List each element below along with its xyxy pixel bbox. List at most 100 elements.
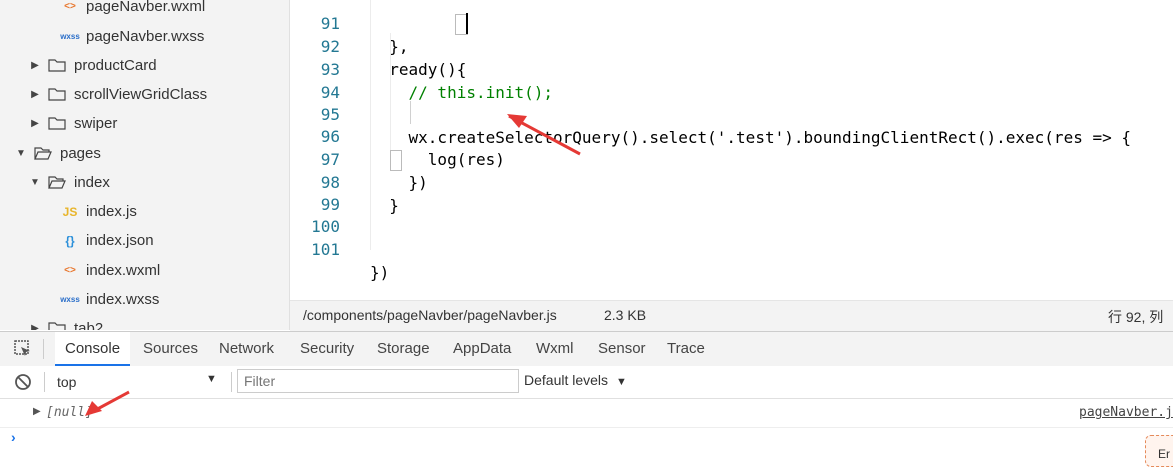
inspect-element-icon[interactable] — [13, 339, 33, 359]
tree-item-label: pageNavber.wxss — [86, 28, 205, 45]
tree-folder-scrollviewgridclass[interactable]: ▶ scrollViewGridClass — [28, 80, 207, 109]
error-badge[interactable]: Er — [1145, 435, 1173, 467]
code-line: 99 — [290, 170, 348, 214]
folder-icon — [48, 59, 66, 72]
code-text: }) — [370, 173, 428, 192]
devtools-tab-bar: Console Sources Network Security Storage… — [0, 331, 1173, 367]
wxss-file-icon: wxss — [60, 32, 80, 41]
cursor-position[interactable]: 行 92, 列 — [1108, 307, 1163, 327]
tab-appdata[interactable]: AppData — [453, 332, 511, 366]
tree-item-label: scrollViewGridClass — [74, 86, 208, 103]
tree-item-label: index.wxss — [86, 291, 160, 308]
code-text: }) — [370, 263, 390, 282]
code-line: 92 ready(){ — [290, 12, 468, 79]
code-line: 101 }) — [290, 215, 389, 282]
chevron-right-icon[interactable]: ▶ — [28, 118, 42, 129]
expand-triangle-icon[interactable]: ▶ — [33, 406, 41, 417]
console-filter-input[interactable] — [237, 369, 519, 393]
tree-item-label: index.wxml — [86, 262, 161, 279]
chevron-right-icon[interactable]: ▶ — [28, 323, 42, 330]
tree-file-index-js[interactable]: JS index.js — [58, 197, 137, 226]
code-line: 97 }) — [290, 125, 428, 192]
divider — [43, 339, 44, 359]
chevron-right-icon[interactable]: ▶ — [28, 60, 42, 71]
tree-file-pagenavber-wxss[interactable]: wxss pageNavber.wxss — [58, 22, 204, 51]
console-message[interactable]: ▶ [null] pageNavber.j — [0, 399, 1173, 428]
dropdown-arrow-icon: ▼ — [615, 376, 627, 388]
code-line: 96 log(res) — [290, 102, 505, 169]
code-line: 94 — [290, 58, 348, 102]
tab-wxml[interactable]: Wxml — [536, 332, 574, 366]
folder-icon — [48, 117, 66, 130]
line-number: 101 — [311, 240, 340, 259]
tab-sources[interactable]: Sources — [143, 332, 198, 366]
folder-icon — [48, 322, 66, 330]
tree-folder-pages[interactable]: ▼ pages — [14, 139, 101, 168]
code-line: 100 — [290, 192, 348, 236]
log-levels-label: Default levels — [524, 372, 609, 388]
log-levels-select[interactable]: Default levels ▼ — [524, 372, 627, 388]
file-path: /components/pageNavber/pageNavber.js — [303, 307, 557, 323]
editor-status-bar: /components/pageNavber/pageNavber.js 2.3… — [290, 300, 1173, 331]
tree-file-pagenavber-wxml[interactable]: <> pageNavber.wxml — [58, 0, 205, 21]
file-tree: <> pageNavber.wxml wxss pageNavber.wxss … — [0, 0, 290, 330]
tree-folder-tab2[interactable]: ▶ tab2 — [28, 314, 103, 330]
wxml-file-icon: <> — [64, 1, 76, 12]
console-source-link[interactable]: pageNavber.j — [1079, 405, 1173, 420]
open-folder-icon — [34, 147, 52, 160]
tab-sensor[interactable]: Sensor — [598, 332, 646, 366]
js-file-icon: JS — [62, 204, 78, 219]
folder-icon — [48, 88, 66, 101]
code-text: } — [370, 196, 399, 215]
code-comment: // this.init(); — [370, 83, 554, 102]
console-output-value: [null] — [46, 405, 93, 420]
context-selector[interactable]: top ▼ — [50, 369, 225, 395]
ide-top-area: <> pageNavber.wxml wxss pageNavber.wxss … — [0, 0, 1173, 331]
error-badge-label: Er — [1158, 447, 1170, 461]
tree-item-label: productCard — [74, 57, 157, 74]
bracket-match-highlight — [390, 150, 402, 171]
chevron-down-icon[interactable]: ▼ — [28, 177, 42, 188]
tab-console[interactable]: Console — [55, 332, 131, 366]
console-prompt[interactable]: › Er — [0, 428, 1173, 467]
code-line: 95 wx.createSelectorQuery().select('.tes… — [290, 80, 1131, 147]
tree-folder-productcard[interactable]: ▶ productCard — [28, 51, 157, 80]
json-file-icon: {} — [65, 233, 75, 248]
tree-item-label: index — [74, 174, 110, 191]
code-line: 98 } — [290, 148, 402, 215]
wxml-file-icon: <> — [64, 265, 76, 276]
tree-item-label: tab2 — [74, 320, 104, 330]
tab-security[interactable]: Security — [300, 332, 354, 366]
dropdown-arrow-icon: ▼ — [206, 373, 217, 385]
console-filter-bar: top ▼ Default levels ▼ — [0, 366, 1173, 399]
tree-item-label: index.js — [86, 203, 137, 220]
clear-console-icon[interactable] — [14, 373, 32, 391]
tree-folder-swiper[interactable]: ▶ swiper — [28, 109, 117, 138]
tab-trace[interactable]: Trace — [667, 332, 705, 366]
code-text: wx.createSelectorQuery().select('.test')… — [370, 128, 1131, 147]
prompt-chevron-icon: › — [11, 429, 16, 445]
tree-item-label: index.json — [86, 232, 154, 249]
context-value: top — [57, 374, 77, 390]
tree-file-index-wxml[interactable]: <> index.wxml — [58, 256, 160, 285]
tree-item-label: swiper — [74, 115, 118, 132]
text-cursor — [466, 13, 468, 34]
open-folder-icon — [48, 176, 66, 189]
code-editor[interactable]: 91 }, 92 ready(){ 93 // this.init(); 94 … — [290, 0, 1173, 300]
code-line: 93 // this.init(); — [290, 35, 553, 102]
chevron-down-icon[interactable]: ▼ — [14, 148, 28, 159]
wxss-file-icon: wxss — [60, 295, 80, 304]
tree-file-index-wxss[interactable]: wxss index.wxss — [58, 285, 159, 314]
tab-storage[interactable]: Storage — [377, 332, 430, 366]
tab-network[interactable]: Network — [219, 332, 274, 366]
tree-item-label: pageNavber.wxml — [86, 0, 206, 15]
chevron-right-icon[interactable]: ▶ — [28, 89, 42, 100]
tree-folder-index[interactable]: ▼ index — [28, 168, 110, 197]
code-text: ready(){ — [370, 60, 467, 79]
file-size: 2.3 KB — [604, 307, 647, 323]
code-line: 91 }, — [290, 0, 409, 56]
indent-guide — [410, 101, 411, 124]
tree-file-index-json[interactable]: {} index.json — [58, 226, 154, 255]
tree-item-label: pages — [60, 145, 101, 162]
divider — [44, 372, 45, 392]
